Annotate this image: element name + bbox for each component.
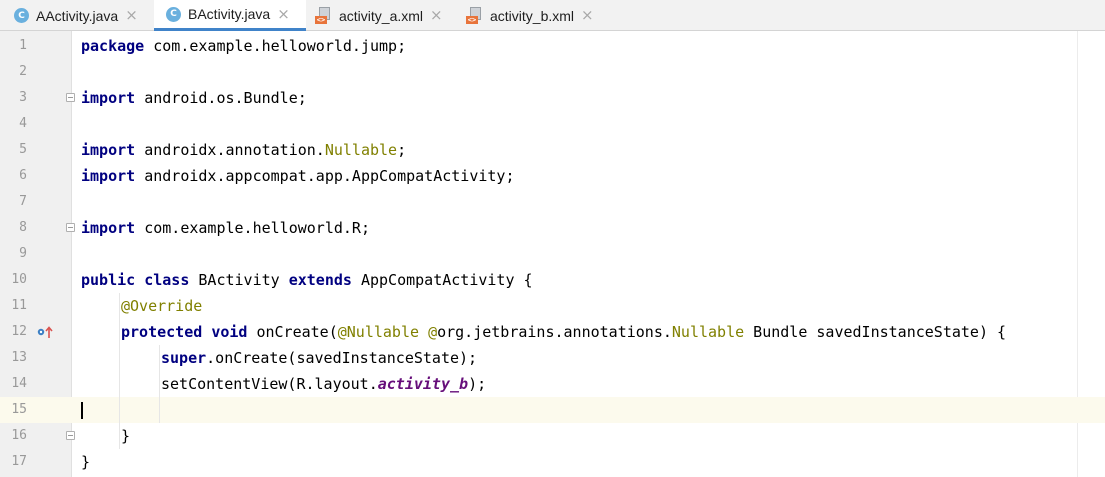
line-number: 12 (11, 324, 27, 339)
code-line[interactable]: 9 (0, 241, 1105, 267)
code-line[interactable]: 8 import com.example.helloworld.R; (0, 215, 1105, 241)
code-text: @Override (121, 297, 203, 315)
code-line[interactable]: 12 protected void onCreate(@Nullable @or… (0, 319, 1105, 345)
override-method-icon[interactable] (36, 324, 56, 340)
code-line[interactable]: 14 setContentView(R.layout.activity_b); (0, 371, 1105, 397)
line-number: 13 (11, 350, 27, 365)
code-text: setContentView(R.layout.activity_b); (161, 375, 487, 393)
code-text: package com.example.helloworld.jump; (81, 37, 407, 55)
fold-icon[interactable] (66, 223, 75, 232)
line-number: 5 (19, 142, 27, 157)
fold-icon[interactable] (66, 93, 75, 102)
java-class-icon: C (14, 8, 29, 23)
code-text: } (121, 427, 131, 445)
code-line[interactable]: 2 (0, 59, 1105, 85)
tab-activity-a-xml[interactable]: <> activity_a.xml × (315, 0, 455, 31)
code-text: super.onCreate(savedInstanceState); (161, 349, 478, 367)
line-number: 7 (19, 194, 27, 209)
tab-label: AActivity.java (36, 7, 119, 24)
code-text: import android.os.Bundle; (81, 89, 307, 107)
code-line[interactable]: 17 } (0, 449, 1105, 475)
tab-aactivity-java[interactable]: C AActivity.java × (14, 0, 154, 31)
tab-label: BActivity.java (188, 6, 271, 22)
line-number: 15 (11, 402, 27, 417)
close-icon[interactable]: × (430, 8, 443, 23)
line-number: 17 (11, 454, 27, 469)
code-line[interactable]: 11 @Override (0, 293, 1105, 319)
line-number: 3 (19, 90, 27, 105)
fold-icon[interactable] (66, 431, 75, 440)
line-number: 16 (11, 428, 27, 443)
code-text: } (81, 453, 91, 471)
close-icon[interactable]: × (581, 8, 594, 23)
code-line[interactable]: 6 import androidx.appcompat.app.AppCompa… (0, 163, 1105, 189)
line-number: 8 (19, 220, 27, 235)
line-number: 4 (19, 116, 27, 131)
line-number: 9 (19, 246, 27, 261)
tab-label: activity_a.xml (339, 7, 424, 24)
line-number: 14 (11, 376, 27, 391)
line-number: 1 (19, 38, 27, 53)
code-text: import com.example.helloworld.R; (81, 219, 370, 237)
code-text: protected void onCreate(@Nullable @org.j… (121, 323, 1007, 341)
code-line[interactable]: 10 public class BActivity extends AppCom… (0, 267, 1105, 293)
editor-tab-bar: C AActivity.java × C BActivity.java × <>… (0, 0, 1105, 31)
line-number: 6 (19, 168, 27, 183)
code-line[interactable]: 1 package com.example.helloworld.jump; (0, 33, 1105, 59)
code-line[interactable]: 4 (0, 111, 1105, 137)
line-number: 2 (19, 64, 27, 79)
line-number: 11 (11, 298, 27, 313)
java-class-icon: C (166, 6, 181, 22)
indent-guide (159, 345, 160, 423)
code-line[interactable]: 3 import android.os.Bundle; (0, 85, 1105, 111)
text-caret (81, 402, 83, 419)
tab-label: activity_b.xml (490, 7, 575, 24)
tab-bactivity-java[interactable]: C BActivity.java × (154, 0, 306, 31)
code-text: import androidx.appcompat.app.AppCompatA… (81, 167, 515, 185)
code-line[interactable]: 16 } (0, 423, 1105, 449)
code-line[interactable]: 5 import androidx.annotation.Nullable; (0, 137, 1105, 163)
close-icon[interactable]: × (125, 8, 138, 23)
indent-guide (119, 293, 120, 449)
xml-file-icon: <> (315, 7, 332, 24)
line-number: 10 (11, 272, 27, 287)
code-text: public class BActivity extends AppCompat… (81, 271, 533, 289)
code-line[interactable]: 13 super.onCreate(savedInstanceState); (0, 345, 1105, 371)
close-icon[interactable]: × (277, 6, 290, 22)
xml-file-icon: <> (466, 7, 483, 24)
code-line-current[interactable]: 15 (0, 397, 1105, 423)
code-text: import androidx.annotation.Nullable; (81, 141, 407, 159)
code-editor[interactable]: 1 package com.example.helloworld.jump; 2… (0, 31, 1105, 477)
code-line[interactable]: 7 (0, 189, 1105, 215)
tab-activity-b-xml[interactable]: <> activity_b.xml × (466, 0, 606, 31)
